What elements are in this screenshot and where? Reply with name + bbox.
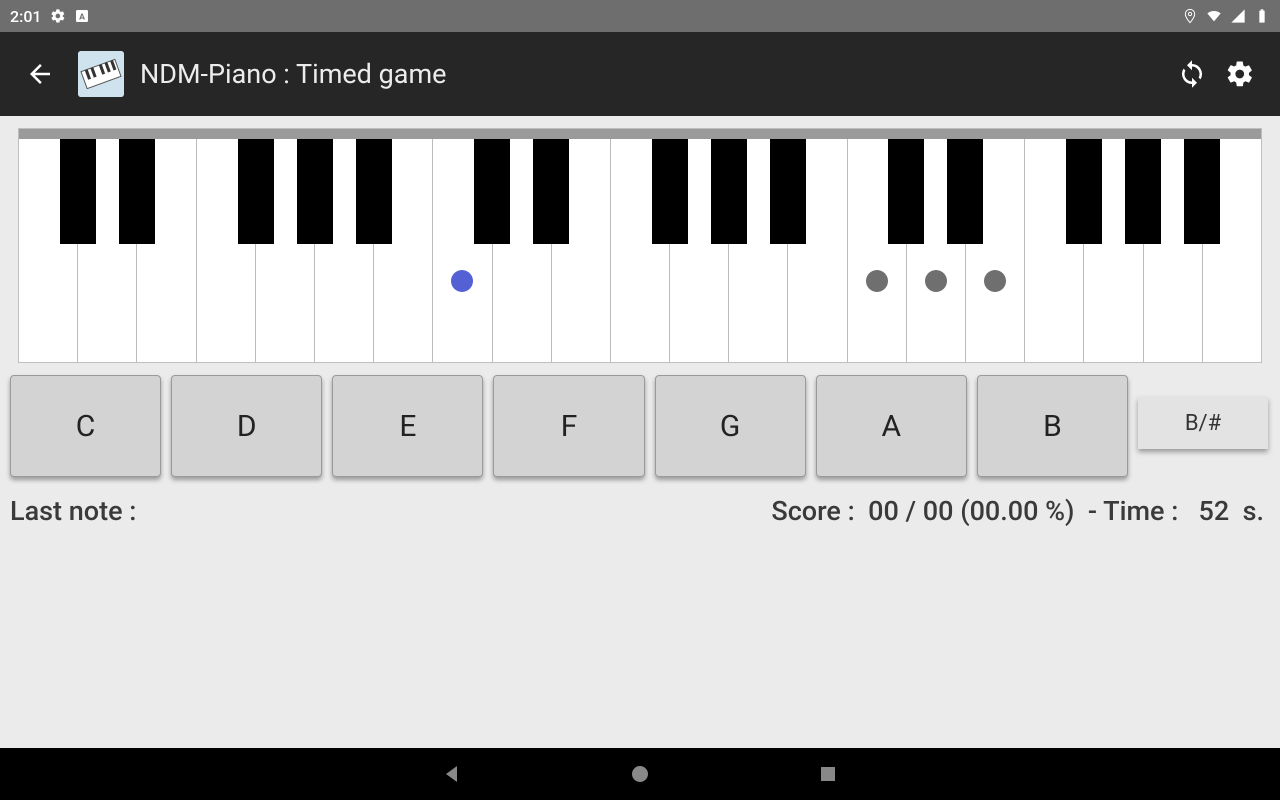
black-key[interactable] bbox=[652, 139, 688, 244]
hint-note-marker bbox=[984, 270, 1006, 292]
app-icon bbox=[78, 51, 124, 97]
black-key[interactable] bbox=[770, 139, 806, 244]
gear-icon bbox=[1225, 59, 1255, 89]
black-key[interactable] bbox=[238, 139, 274, 244]
signal-icon bbox=[1230, 8, 1246, 24]
last-note: Last note : bbox=[10, 495, 136, 527]
nav-back-button[interactable] bbox=[438, 760, 466, 788]
piano-top-strip bbox=[19, 129, 1261, 139]
time-label: Time : bbox=[1103, 495, 1178, 527]
status-clock: 2:01 bbox=[10, 7, 42, 26]
status-right bbox=[1182, 8, 1270, 24]
settings-button[interactable] bbox=[1218, 52, 1262, 96]
refresh-button[interactable] bbox=[1170, 52, 1214, 96]
location-icon bbox=[1182, 8, 1198, 24]
black-key[interactable] bbox=[711, 139, 747, 244]
status-left: 2:01 A bbox=[10, 7, 90, 26]
black-key[interactable] bbox=[474, 139, 510, 244]
note-button-e[interactable]: E bbox=[332, 375, 483, 477]
sync-icon bbox=[1177, 59, 1207, 89]
page-title: NDM-Piano : Timed game bbox=[140, 58, 1154, 90]
black-key[interactable] bbox=[60, 139, 96, 244]
last-note-label: Last note : bbox=[10, 495, 136, 527]
arrow-left-icon bbox=[25, 59, 55, 89]
score-total: 00 bbox=[923, 495, 954, 527]
time-unit: s. bbox=[1243, 495, 1264, 527]
nav-home-icon bbox=[628, 762, 652, 786]
time-value: 52 bbox=[1198, 495, 1229, 527]
black-key[interactable] bbox=[119, 139, 155, 244]
score-percent: 00.00 % bbox=[970, 495, 1065, 527]
hint-note-marker bbox=[866, 270, 888, 292]
note-button-a[interactable]: A bbox=[816, 375, 967, 477]
back-button[interactable] bbox=[18, 52, 62, 96]
black-key[interactable] bbox=[1184, 139, 1220, 244]
piano-keyboard bbox=[18, 128, 1262, 363]
wifi-icon bbox=[1206, 8, 1222, 24]
battery-icon bbox=[1254, 8, 1270, 24]
gear-icon bbox=[50, 8, 66, 24]
note-button-b[interactable]: B bbox=[977, 375, 1128, 477]
language-icon: A bbox=[74, 8, 90, 24]
svg-text:A: A bbox=[79, 12, 85, 22]
status-line: Last note : Score : 00 / 00 (00.00 %) - … bbox=[0, 477, 1280, 527]
black-key[interactable] bbox=[297, 139, 333, 244]
score-label: Score : bbox=[771, 495, 854, 527]
black-key[interactable] bbox=[888, 139, 924, 244]
black-key[interactable] bbox=[1066, 139, 1102, 244]
note-button-d[interactable]: D bbox=[171, 375, 322, 477]
action-bar: NDM-Piano : Timed game bbox=[0, 32, 1280, 116]
main-content: C D E F G A B B/# Last note : Score : 00… bbox=[0, 116, 1280, 748]
piano-area bbox=[0, 116, 1280, 363]
hint-note-marker bbox=[925, 270, 947, 292]
note-button-c[interactable]: C bbox=[10, 375, 161, 477]
black-key[interactable] bbox=[356, 139, 392, 244]
score-correct: 00 bbox=[868, 495, 899, 527]
target-note-marker bbox=[451, 270, 473, 292]
accidental-toggle-button[interactable]: B/# bbox=[1138, 397, 1268, 449]
android-status-bar: 2:01 A bbox=[0, 0, 1280, 32]
black-key[interactable] bbox=[1125, 139, 1161, 244]
nav-back-icon bbox=[440, 762, 464, 786]
android-nav-bar bbox=[0, 748, 1280, 800]
score-time: Score : 00 / 00 (00.00 %) - Time : 52 s. bbox=[771, 495, 1264, 527]
note-button-f[interactable]: F bbox=[493, 375, 644, 477]
nav-home-button[interactable] bbox=[626, 760, 654, 788]
note-buttons-row: C D E F G A B B/# bbox=[0, 363, 1280, 477]
nav-recent-icon bbox=[816, 762, 840, 786]
black-key[interactable] bbox=[947, 139, 983, 244]
black-key[interactable] bbox=[533, 139, 569, 244]
nav-recent-button[interactable] bbox=[814, 760, 842, 788]
note-button-g[interactable]: G bbox=[655, 375, 806, 477]
